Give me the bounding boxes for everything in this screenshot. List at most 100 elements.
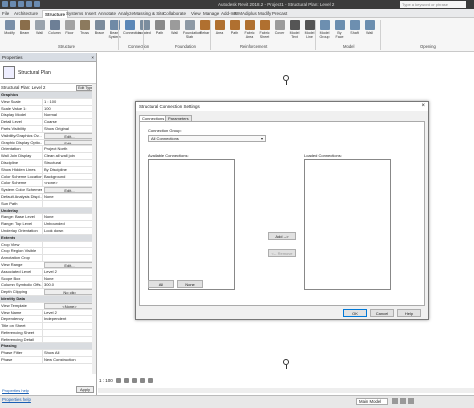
property-value[interactable]: 1 : 100 (42, 98, 96, 105)
property-row[interactable]: Range: Top Level Unbounded (0, 221, 96, 228)
property-value[interactable]: 300.0 (42, 282, 96, 289)
property-value[interactable]: Independent (42, 316, 96, 323)
property-value[interactable]: By Discipline (42, 166, 96, 173)
property-row[interactable]: Depth Clipping No clip (0, 289, 96, 296)
property-row[interactable]: Crop View (0, 241, 96, 249)
ribbon-button-by-face[interactable]: By Face (333, 20, 346, 39)
property-value[interactable] (42, 336, 96, 343)
cancel-button[interactable]: Cancel (370, 309, 394, 317)
ribbon-button-connection[interactable]: Connection (123, 20, 141, 35)
property-row[interactable]: Parts Visibility Show Original (0, 125, 96, 133)
property-value[interactable]: Look down (42, 227, 96, 234)
ribbon-button-wall[interactable]: Wall (33, 20, 46, 35)
select-all-button[interactable]: All (148, 280, 174, 288)
ribbon-button-brace[interactable]: Brace (93, 20, 106, 35)
ok-button[interactable]: OK (343, 309, 367, 317)
property-row[interactable]: Color Scheme <none> (0, 180, 96, 188)
ribbon-button-column[interactable]: Column (48, 20, 61, 35)
property-row[interactable]: Phase Filter Show All (0, 350, 96, 358)
loaded-connections-list[interactable] (304, 159, 391, 290)
property-value[interactable]: Unbounded (42, 221, 96, 227)
properties-help-link[interactable]: Properties help (2, 388, 29, 393)
ribbon-button-foundation-slab[interactable]: Foundation Slab (183, 20, 201, 39)
property-row[interactable]: Show Hidden Lines By Discipline (0, 166, 96, 174)
ribbon-button-model-group[interactable]: Model Group (318, 20, 331, 39)
tab-file[interactable]: File (2, 10, 9, 18)
property-value[interactable]: Normal (42, 112, 96, 119)
tab-collaborate[interactable]: Collaborate (163, 10, 186, 18)
property-row[interactable]: View Scale 1 : 100 (0, 98, 96, 106)
property-value[interactable]: Level 2 (42, 309, 96, 316)
select-pinned-icon[interactable] (408, 398, 414, 404)
visual-style-icon[interactable] (123, 377, 129, 383)
property-row[interactable]: Detail Level Coarse (0, 119, 96, 126)
property-row[interactable]: Annotation Crop (0, 255, 96, 262)
property-row[interactable]: View Range Edit... (0, 261, 96, 269)
undo-icon[interactable] (26, 1, 32, 7)
ribbon-button-fabric-sheet[interactable]: Fabric Sheet (258, 20, 271, 39)
dialog-close-icon[interactable]: × (421, 102, 425, 111)
property-edit-button[interactable]: Edit... (44, 187, 94, 193)
property-row[interactable]: Visibility/Graphics Ov... Edit... (0, 132, 96, 140)
property-row[interactable]: Phase New Construction (0, 357, 96, 364)
select-links-icon[interactable] (400, 398, 406, 404)
property-row[interactable]: View Template <None> (0, 302, 96, 310)
ribbon-button-isolated[interactable]: Isolated (138, 20, 151, 35)
type-selector[interactable]: Structural Plan (0, 62, 96, 84)
property-value[interactable]: Level 2 (42, 268, 96, 275)
redo-icon[interactable] (34, 1, 40, 7)
property-value[interactable]: Show All (42, 350, 96, 357)
property-row[interactable]: Underlay Orientation Look down (0, 227, 96, 235)
property-value[interactable]: Project North (42, 146, 96, 153)
property-value[interactable]: Structural (42, 159, 96, 166)
connection-group-select[interactable]: All Connections ▾ (148, 135, 266, 142)
property-row[interactable]: Orientation Project North (0, 146, 96, 154)
select-none-button[interactable]: None (177, 280, 203, 288)
property-row[interactable]: Range: Base Level None (0, 214, 96, 222)
property-edit-button[interactable]: <None> (44, 302, 94, 309)
property-value[interactable]: 100 (42, 105, 96, 112)
ribbon-button-path[interactable]: Path (228, 20, 241, 35)
instance-selector[interactable]: Structural Plan: Level 2 Edit Type (0, 84, 96, 92)
view-scale[interactable]: 1 : 100 (99, 378, 113, 383)
property-value[interactable] (42, 329, 96, 336)
tab-modify[interactable]: Modify (258, 10, 271, 18)
property-row[interactable]: Color Scheme Location Background (0, 173, 96, 181)
ribbon-button-path[interactable]: Path (153, 20, 166, 35)
ribbon-button-beam-system[interactable]: Beam System (108, 20, 121, 39)
remove-button[interactable]: <-- Remove (268, 249, 296, 257)
tab-architecture[interactable]: Architecture (14, 10, 38, 18)
search-input[interactable]: Type a keyword or phrase (400, 1, 466, 8)
property-row[interactable]: Discipline Structural (0, 159, 96, 167)
property-value[interactable]: None (42, 193, 96, 200)
property-value[interactable] (42, 248, 96, 255)
revit-logo-icon[interactable] (2, 1, 8, 7)
ribbon-button-wall[interactable]: Wall (363, 20, 376, 35)
property-value[interactable]: Clean all wall join (42, 153, 96, 159)
ribbon-button-area[interactable]: Area (213, 20, 226, 35)
property-row[interactable]: Referencing Detail (0, 336, 96, 344)
property-row[interactable]: System Color Schemes Edit... (0, 187, 96, 194)
properties-scrollbar[interactable] (92, 84, 96, 374)
tab-precast[interactable]: Precast (272, 10, 287, 18)
property-row[interactable]: Referencing Sheet (0, 329, 96, 337)
property-row[interactable]: Graphic Display Optio... Edit... (0, 139, 96, 147)
ribbon-button-fabric-area[interactable]: Fabric Area (243, 20, 256, 39)
elevation-marker-south[interactable] (283, 359, 289, 369)
property-value[interactable]: Background (42, 173, 96, 180)
property-group-header[interactable]: Graphics (0, 92, 96, 99)
property-value[interactable]: Show Original (42, 125, 96, 132)
tab-annotate[interactable]: Annotate (98, 10, 116, 18)
available-connections-list[interactable] (148, 159, 235, 290)
tab-analyze[interactable]: Analyze (118, 10, 134, 18)
property-value[interactable] (42, 200, 96, 207)
property-row[interactable]: Scope Box None (0, 275, 96, 283)
property-row[interactable]: Crop Region Visible (0, 248, 96, 256)
ribbon-button-truss[interactable]: Truss (78, 20, 91, 35)
property-edit-button[interactable]: Edit... (44, 139, 94, 146)
property-value[interactable]: <none> (42, 180, 96, 187)
tab-systems[interactable]: Systems (66, 10, 83, 18)
status-help-link[interactable]: Properties help (2, 397, 31, 402)
tab-massing-site[interactable]: Massing & Site (134, 10, 164, 18)
property-row[interactable]: Display Model Normal (0, 112, 96, 120)
